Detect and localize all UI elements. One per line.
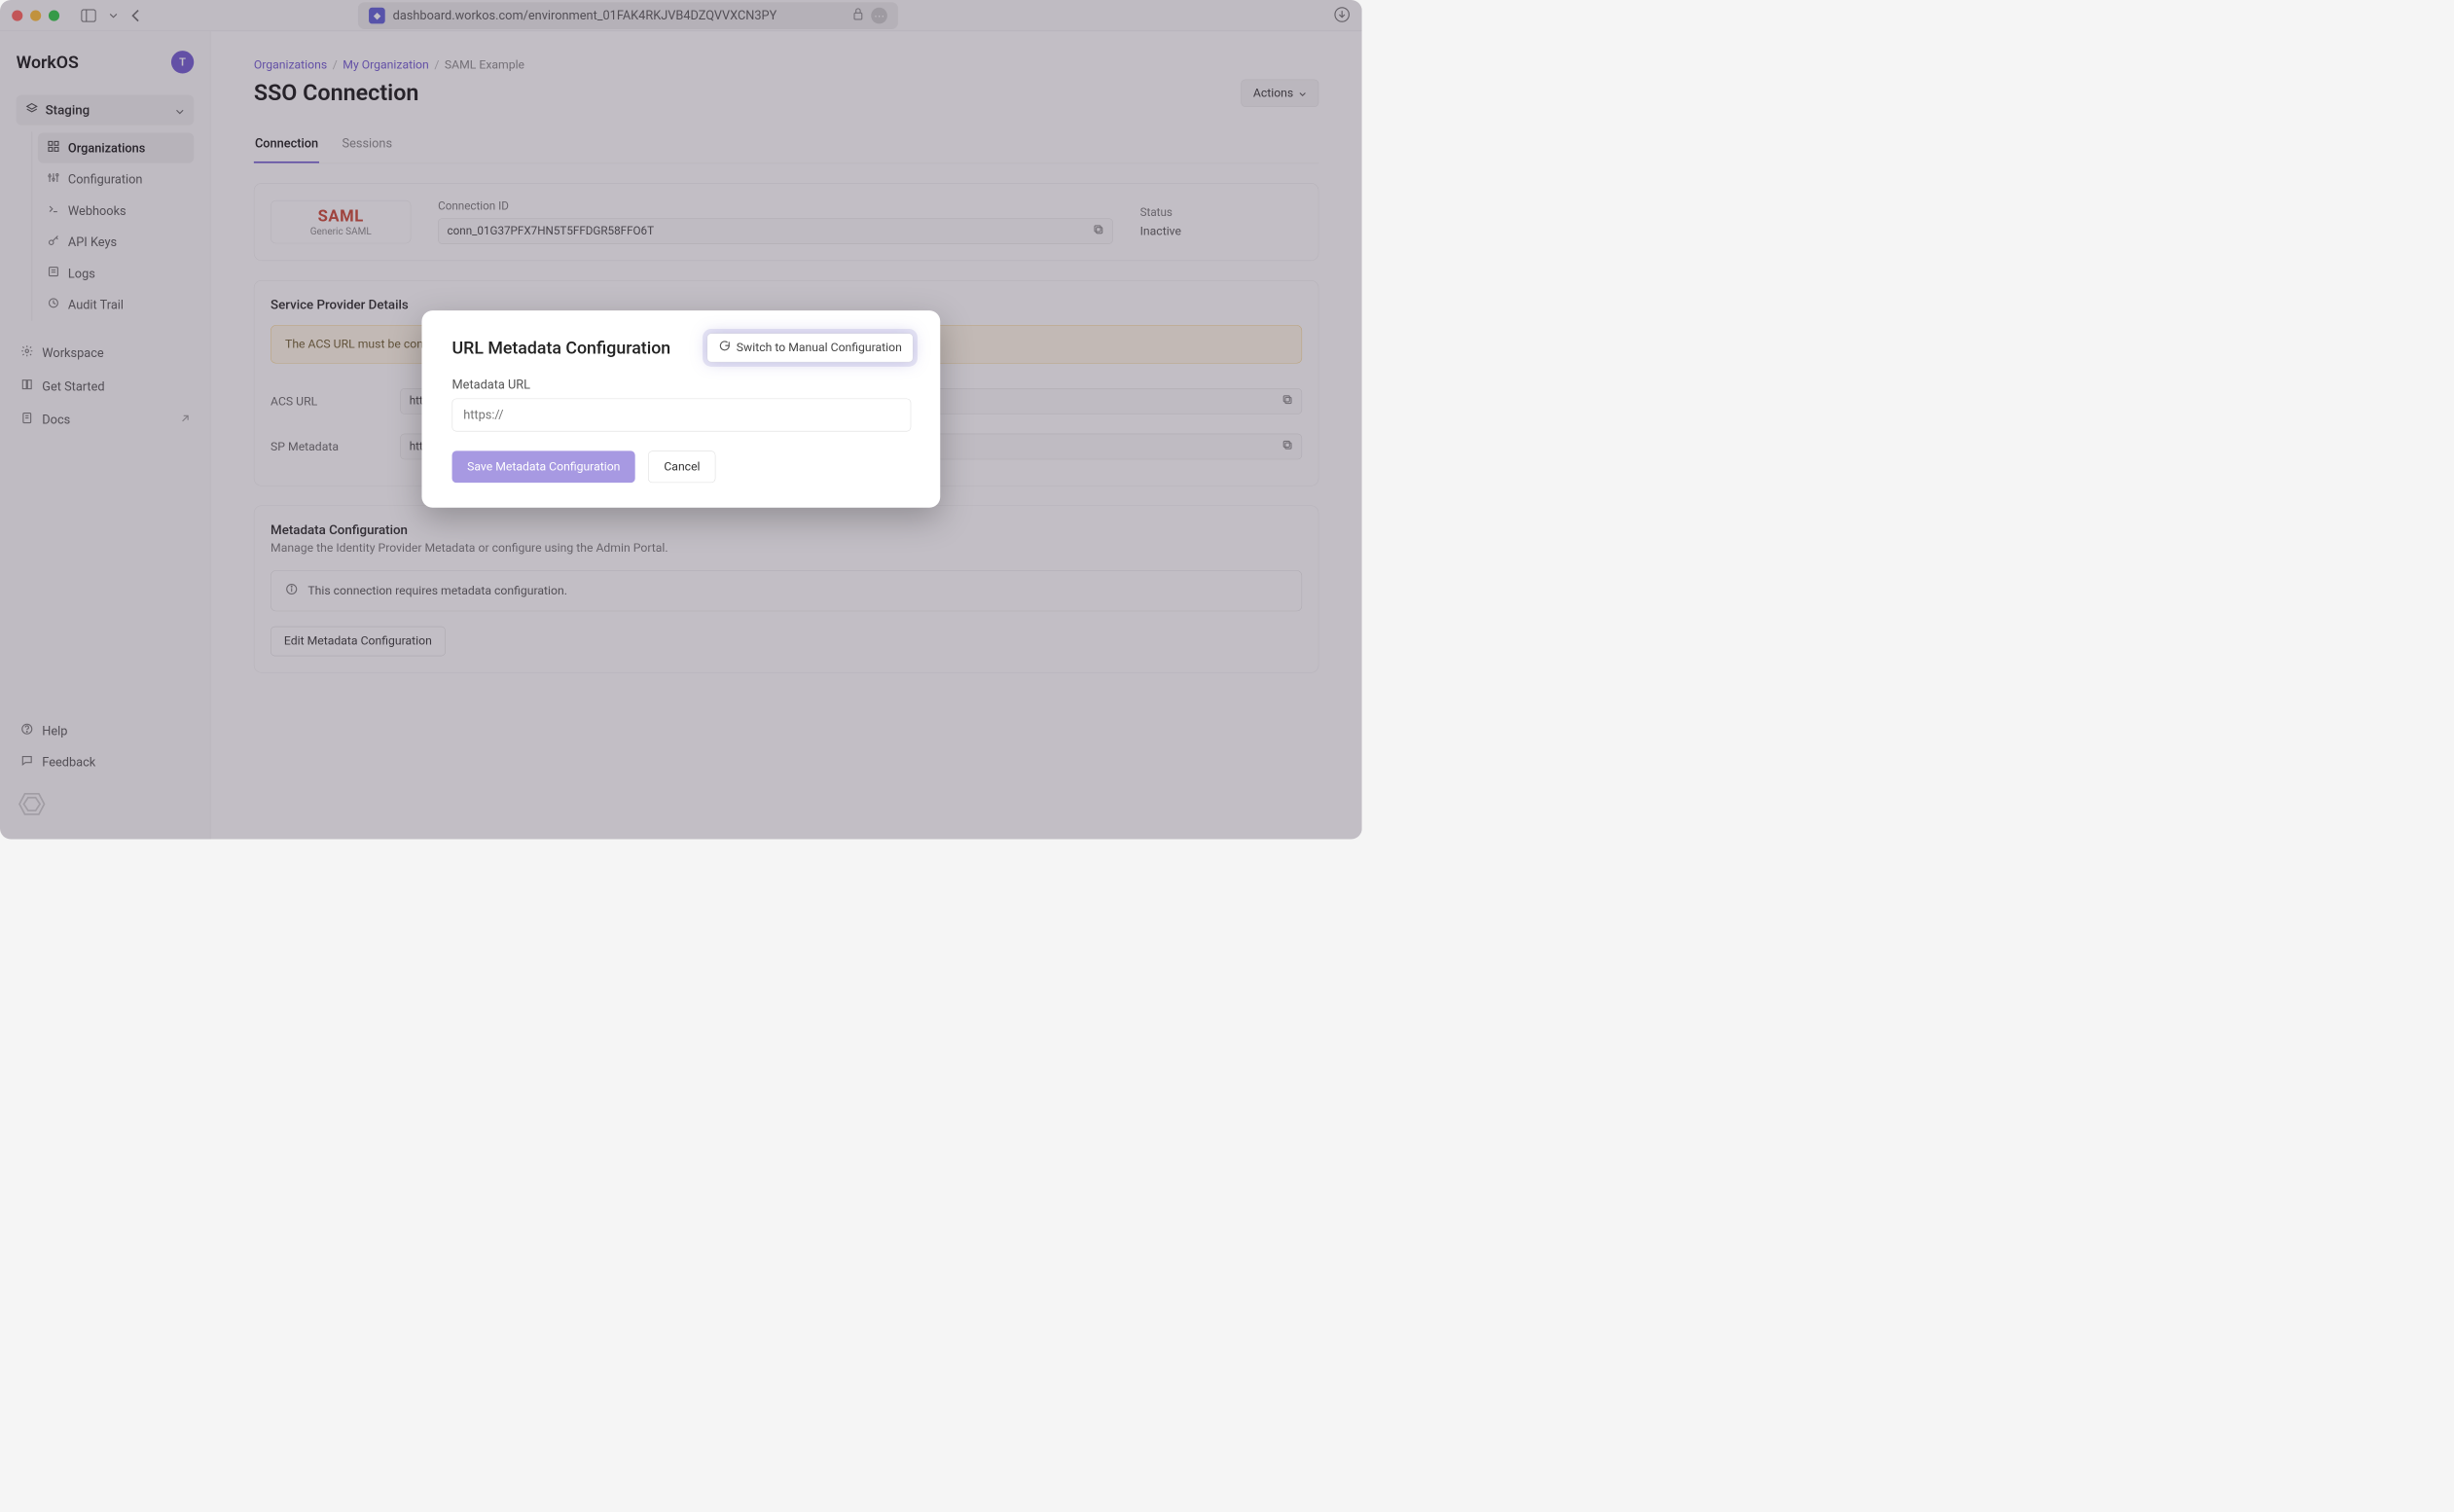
url-metadata-modal: URL Metadata Configuration Switch to Man… xyxy=(421,310,940,508)
switch-label: Switch to Manual Configuration xyxy=(737,341,902,354)
metadata-url-label: Metadata URL xyxy=(452,378,911,392)
modal-overlay[interactable]: URL Metadata Configuration Switch to Man… xyxy=(0,0,1362,839)
cancel-button[interactable]: Cancel xyxy=(648,450,715,483)
switch-icon xyxy=(718,340,730,355)
app-window: ◆ dashboard.workos.com/environment_01FAK… xyxy=(0,0,1362,839)
metadata-url-input[interactable] xyxy=(452,398,912,431)
modal-actions: Save Metadata Configuration Cancel xyxy=(452,450,911,483)
switch-to-manual-button[interactable]: Switch to Manual Configuration xyxy=(706,333,913,362)
save-metadata-button[interactable]: Save Metadata Configuration xyxy=(452,450,635,483)
